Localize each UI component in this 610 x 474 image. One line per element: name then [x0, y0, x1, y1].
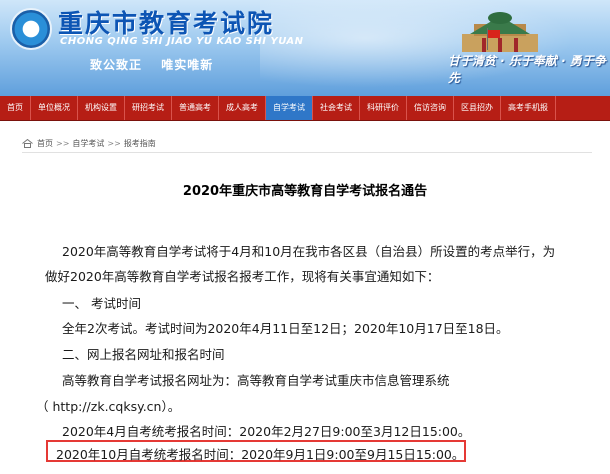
header-slogan: 甘于清贫 · 乐于奉献 · 勇于争先 [448, 54, 606, 85]
nav-item-research[interactable]: 科研评价 [360, 96, 407, 120]
article-link[interactable]: （ http://zk.cqksy.cn）。 [36, 396, 180, 415]
site-header-banner: 重庆市教育考试院 CHONG QING SHI JIAO YU KAO SHI … [0, 0, 610, 96]
nav-item-graduate-exam[interactable]: 研招考试 [125, 96, 172, 120]
article-line-highlighted: 2020年10月自考统考报名时间：2020年9月1日9:00至9月15日15:0… [56, 447, 465, 462]
article-line: 做好2020年高等教育自学考试报名报考工作，现将有关事宜通知如下： [45, 269, 440, 284]
nav-item-mobile-news[interactable]: 高考手机报 [501, 96, 556, 120]
breadcrumb: 首页 >> 自学考试 >> 报考指南 [22, 134, 592, 153]
breadcrumb-guide[interactable]: 报考指南 [124, 138, 156, 149]
nav-item-district[interactable]: 区县招办 [454, 96, 501, 120]
nav-item-overview[interactable]: 单位概况 [31, 96, 78, 120]
article-line: 二、网上报名网址和报名时间 [62, 347, 225, 362]
site-logo-icon[interactable] [10, 8, 52, 50]
article-line: 全年2次考试。考试时间为2020年4月11日至12日；2020年10月17日至1… [62, 321, 509, 336]
article-title: 2020年重庆市高等教育自学考试报名通告 [182, 184, 428, 199]
article-line: 2020年4月自考统考报名时间：2020年2月27日9:00至3月12日15:0… [62, 424, 471, 439]
home-icon [22, 138, 33, 148]
nav-item-inquiry[interactable]: 信访咨询 [407, 96, 454, 120]
site-pinyin: CHONG QING SHI JIAO YU KAO SHI YUAN [60, 36, 304, 47]
breadcrumb-separator: >> [107, 138, 121, 148]
nav-item-self-study[interactable]: 自学考试 [266, 96, 313, 120]
site-motto: 致公致正 唯实唯新 [90, 56, 227, 73]
nav-item-organization[interactable]: 机构设置 [78, 96, 125, 120]
site-title[interactable]: 重庆市教育考试院 [58, 4, 274, 40]
article-line: 一、 考试时间 [62, 296, 141, 311]
nav-item-adult-exam[interactable]: 成人高考 [219, 96, 266, 120]
main-nav: 首页 单位概况 机构设置 研招考试 普通高考 成人高考 自学考试 社会考试 科研… [0, 96, 610, 121]
motto-part: 致公致正 [90, 58, 143, 72]
flag-icon [488, 30, 500, 38]
article-line: 2020年高等教育自学考试将于4月和10月在我市各区县（自治县）所设置的考点举行… [62, 244, 556, 259]
nav-item-home[interactable]: 首页 [0, 96, 31, 120]
article-line: 高等教育自学考试报名网址为：高等教育自学考试重庆市信息管理系统 [62, 373, 450, 388]
nav-item-social-exam[interactable]: 社会考试 [313, 96, 360, 120]
nav-item-gaokao[interactable]: 普通高考 [172, 96, 219, 120]
building-icon [462, 12, 538, 52]
motto-part: 唯实唯新 [161, 58, 214, 72]
breadcrumb-separator: >> [56, 138, 70, 148]
breadcrumb-home[interactable]: 首页 [37, 138, 53, 149]
breadcrumb-self-study[interactable]: 自学考试 [72, 138, 104, 149]
